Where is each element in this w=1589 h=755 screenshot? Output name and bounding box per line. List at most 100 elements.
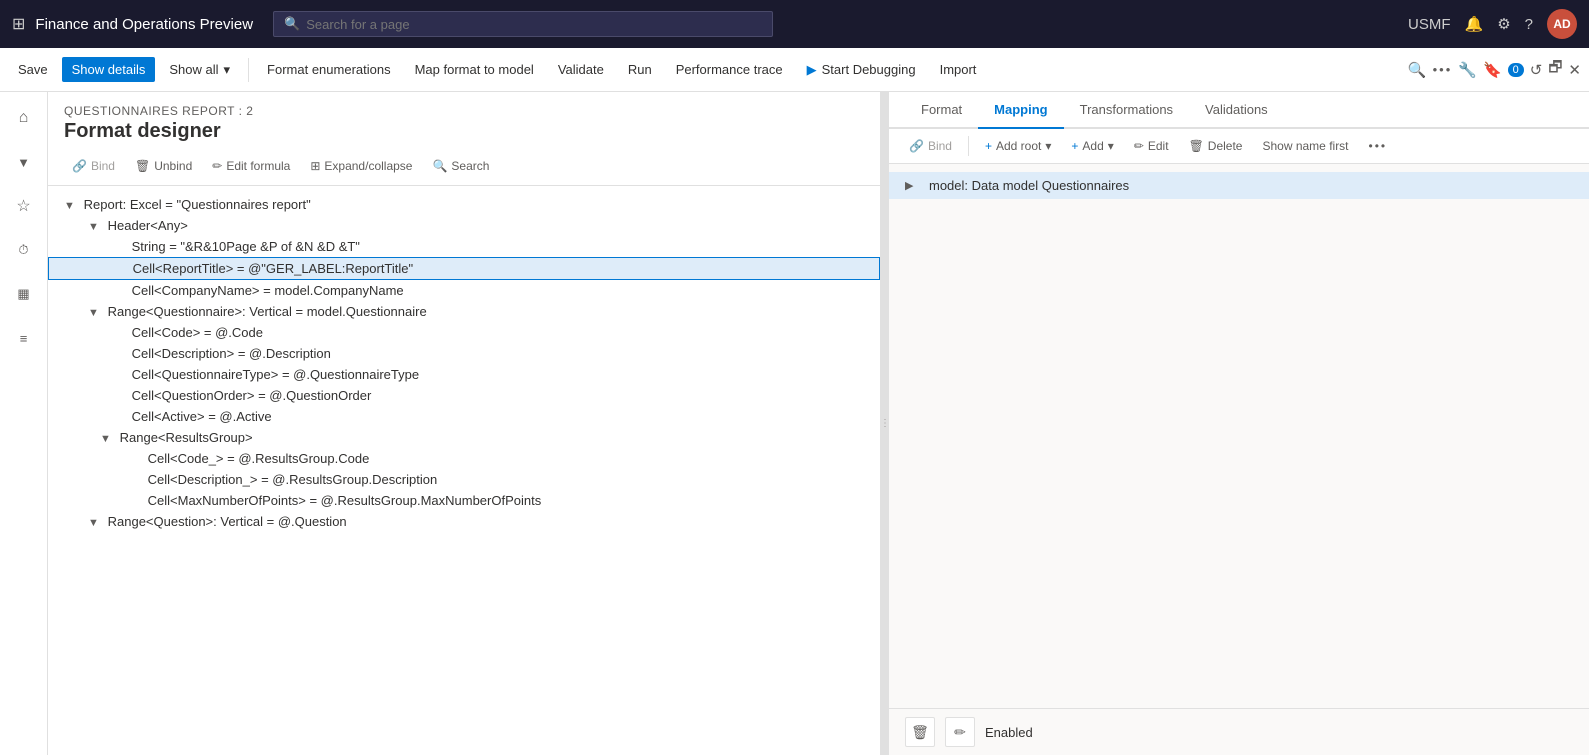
bottom-edit-icon: ✏ bbox=[954, 724, 966, 741]
bottom-bar: 🗑 ✏ Enabled bbox=[889, 708, 1589, 755]
node-text-range-results-group: Range<ResultsGroup> bbox=[120, 430, 253, 445]
start-debugging-button[interactable]: ▶ Start Debugging bbox=[797, 57, 926, 83]
expand-collapse-button[interactable]: ⊞ Expand/collapse bbox=[302, 155, 420, 177]
import-button[interactable]: Import bbox=[930, 57, 987, 82]
tree-node-cell-max-points[interactable]: Cell<MaxNumberOfPoints> = @.ResultsGroup… bbox=[48, 490, 880, 511]
toolbar-search-icon[interactable]: 🔍 bbox=[1408, 61, 1427, 79]
tree-node-range-question[interactable]: ▼ Range<Question>: Vertical = @.Question bbox=[48, 511, 880, 532]
tree-node-header[interactable]: ▼ Header<Any> bbox=[48, 215, 880, 236]
add-button[interactable]: + Add ▾ bbox=[1063, 135, 1121, 157]
show-all-chevron-icon: ▾ bbox=[224, 62, 231, 78]
unbind-button[interactable]: 🗑 Unbind bbox=[127, 155, 200, 177]
gear-icon[interactable]: ⚙ bbox=[1497, 15, 1510, 33]
right-toolbar-sep1 bbox=[968, 136, 969, 156]
node-text-range-questionnaire: Range<Questionnaire>: Vertical = model.Q… bbox=[108, 304, 427, 319]
show-all-button[interactable]: Show all ▾ bbox=[159, 57, 240, 83]
help-icon[interactable]: ? bbox=[1525, 16, 1533, 33]
breadcrumb: QUESTIONNAIRES REPORT : 2 bbox=[64, 104, 864, 118]
top-search-input[interactable] bbox=[306, 17, 762, 32]
toolbar-close-icon[interactable]: ✕ bbox=[1568, 61, 1581, 79]
toggle-cell-description- bbox=[128, 475, 144, 487]
add-root-plus-icon: + bbox=[985, 139, 992, 153]
top-search-icon: 🔍 bbox=[284, 16, 300, 32]
edit-button[interactable]: ✏ Edit bbox=[1126, 135, 1177, 157]
edit-pencil-icon: ✏ bbox=[1134, 139, 1144, 153]
tab-format[interactable]: Format bbox=[905, 92, 978, 129]
tree-node-cell-company-name[interactable]: Cell<CompanyName> = model.CompanyName bbox=[48, 280, 880, 301]
show-all-label: Show all bbox=[169, 62, 218, 77]
search-button[interactable]: 🔍 Search bbox=[424, 155, 497, 177]
toolbar-bookmark-icon[interactable]: 🔖 bbox=[1483, 61, 1502, 79]
tree-node-cell-description-[interactable]: Cell<Description_> = @.ResultsGroup.Desc… bbox=[48, 469, 880, 490]
save-button[interactable]: Save bbox=[8, 57, 58, 82]
toggle-range-question: ▼ bbox=[88, 517, 104, 529]
add-root-button[interactable]: + Add root ▾ bbox=[977, 135, 1059, 157]
toolbar-refresh-icon[interactable]: ↺ bbox=[1530, 61, 1543, 79]
tab-transformations[interactable]: Transformations bbox=[1064, 92, 1189, 129]
list-nav-icon[interactable]: ≡ bbox=[6, 320, 42, 356]
unbind-label: Unbind bbox=[154, 159, 192, 173]
show-details-button[interactable]: Show details bbox=[62, 57, 156, 82]
node-text-cell-questionnaire-type: Cell<QuestionnaireType> = @.Questionnair… bbox=[132, 367, 419, 382]
validate-button[interactable]: Validate bbox=[548, 57, 614, 82]
home-nav-icon[interactable]: ⌂ bbox=[6, 100, 42, 136]
mapping-node-model[interactable]: ▶ model: Data model Questionnaires bbox=[889, 172, 1589, 199]
tab-validations[interactable]: Validations bbox=[1189, 92, 1284, 129]
table-nav-icon[interactable]: ▦ bbox=[6, 276, 42, 312]
format-enumerations-button[interactable]: Format enumerations bbox=[257, 57, 401, 82]
tree-node-cell-active[interactable]: Cell<Active> = @.Active bbox=[48, 406, 880, 427]
tree-node-cell-question-order[interactable]: Cell<QuestionOrder> = @.QuestionOrder bbox=[48, 385, 880, 406]
toolbar-dots-icon[interactable]: ••• bbox=[1433, 62, 1453, 77]
right-toolbar: 🔗 Bind + Add root ▾ + Add ▾ ✏ Edit 🗑 Del… bbox=[889, 129, 1589, 164]
tree-node-range-results-group[interactable]: ▼ Range<ResultsGroup> bbox=[48, 427, 880, 448]
delete-button[interactable]: 🗑 Delete bbox=[1181, 135, 1251, 157]
avatar[interactable]: AD bbox=[1547, 9, 1577, 39]
toolbar-window-icon[interactable]: 🗗 bbox=[1548, 57, 1562, 82]
node-text-cell-max-points: Cell<MaxNumberOfPoints> = @.ResultsGroup… bbox=[148, 493, 542, 508]
tree-node-cell-description[interactable]: Cell<Description> = @.Description bbox=[48, 343, 880, 364]
trash-icon: 🗑 bbox=[135, 159, 150, 173]
toolbar-puzzle-icon[interactable]: 🔧 bbox=[1458, 61, 1477, 79]
grid-icon[interactable]: ⊞ bbox=[12, 14, 25, 34]
right-link-icon: 🔗 bbox=[909, 139, 924, 153]
expand-icon: ⊞ bbox=[310, 159, 320, 173]
left-toolbar: 🔗 Bind 🗑 Unbind ✏ Edit formula ⊞ Expand/… bbox=[48, 147, 880, 186]
right-bind-button[interactable]: 🔗 Bind bbox=[901, 135, 960, 157]
tree-node-report[interactable]: ▼ Report: Excel = "Questionnaires report… bbox=[48, 194, 880, 215]
node-text-cell-active: Cell<Active> = @.Active bbox=[132, 409, 272, 424]
tree-node-cell-code[interactable]: Cell<Code> = @.Code bbox=[48, 322, 880, 343]
bell-icon[interactable]: 🔔 bbox=[1465, 15, 1484, 33]
history-nav-icon[interactable]: ⏱ bbox=[6, 232, 42, 268]
tree-node-range-questionnaire[interactable]: ▼ Range<Questionnaire>: Vertical = model… bbox=[48, 301, 880, 322]
drag-handle[interactable]: ⋮ bbox=[881, 92, 889, 755]
bottom-edit-button[interactable]: ✏ bbox=[945, 717, 975, 747]
tree-node-string[interactable]: String = "&R&10Page &P of &N &D &T" bbox=[48, 236, 880, 257]
page-title: Format designer bbox=[64, 120, 864, 143]
tree-node-cell-code-[interactable]: Cell<Code_> = @.ResultsGroup.Code bbox=[48, 448, 880, 469]
star-nav-icon[interactable]: ☆ bbox=[6, 188, 42, 224]
tab-mapping[interactable]: Mapping bbox=[978, 92, 1063, 129]
username-label: USMF bbox=[1408, 16, 1451, 33]
node-text-cell-report-title: Cell<ReportTitle> = @"GER_LABEL:ReportTi… bbox=[133, 261, 414, 276]
show-name-first-button[interactable]: Show name first bbox=[1254, 135, 1356, 157]
delete-trash-icon: 🗑 bbox=[1189, 139, 1204, 153]
top-search-bar[interactable]: 🔍 bbox=[273, 11, 773, 37]
add-root-chevron-icon: ▾ bbox=[1045, 139, 1051, 153]
delete-label: Delete bbox=[1208, 139, 1243, 153]
filter-nav-icon[interactable]: ▼ bbox=[6, 144, 42, 180]
tree-node-cell-report-title[interactable]: Cell<ReportTitle> = @"GER_LABEL:ReportTi… bbox=[48, 257, 880, 280]
run-button[interactable]: Run bbox=[618, 57, 662, 82]
toggle-range-results-group: ▼ bbox=[100, 433, 116, 445]
panel-header: QUESTIONNAIRES REPORT : 2 Format designe… bbox=[48, 92, 880, 147]
bind-button[interactable]: 🔗 Bind bbox=[64, 155, 123, 177]
toggle-header: ▼ bbox=[88, 221, 104, 233]
performance-trace-button[interactable]: Performance trace bbox=[666, 57, 793, 82]
bottom-trash-button[interactable]: 🗑 bbox=[905, 717, 935, 747]
edit-formula-button[interactable]: ✏ Edit formula bbox=[204, 155, 298, 177]
top-right-icons: USMF 🔔 ⚙ ? AD bbox=[1408, 9, 1577, 39]
right-more-button[interactable]: ••• bbox=[1361, 135, 1396, 157]
left-panel: QUESTIONNAIRES REPORT : 2 Format designe… bbox=[48, 92, 881, 755]
map-format-to-model-button[interactable]: Map format to model bbox=[405, 57, 544, 82]
tree-node-cell-questionnaire-type[interactable]: Cell<QuestionnaireType> = @.Questionnair… bbox=[48, 364, 880, 385]
add-plus-icon: + bbox=[1071, 139, 1078, 153]
